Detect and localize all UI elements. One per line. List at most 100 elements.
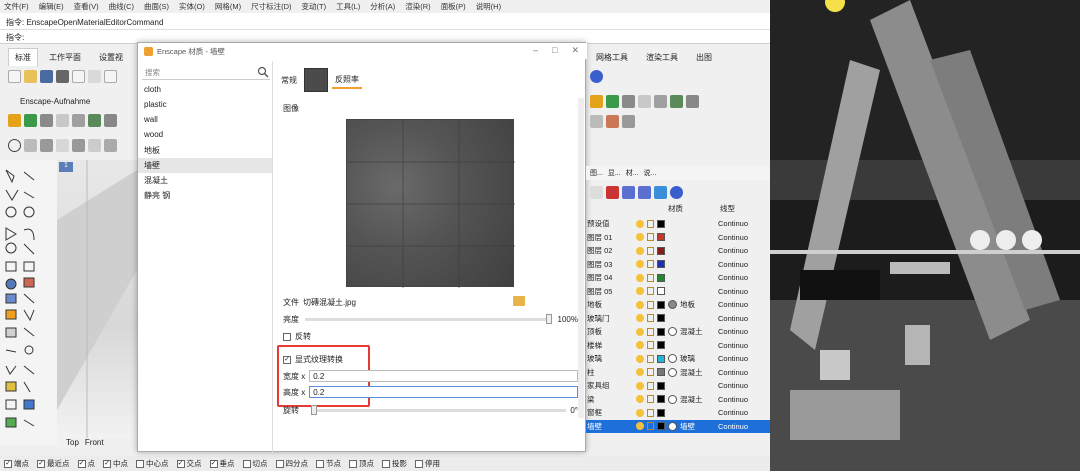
menu-item[interactable]: 曲线(C) — [109, 1, 134, 12]
enscape-start-icon[interactable] — [590, 95, 603, 108]
layer-row[interactable]: 梁 混凝土 Continuo — [586, 393, 770, 407]
menu-item[interactable]: 工具(L) — [336, 1, 360, 12]
layer-row[interactable]: 图层 02 Continuo — [586, 244, 770, 258]
lock-icon[interactable] — [647, 314, 654, 323]
new-layer-icon[interactable] — [590, 186, 603, 199]
snap-option[interactable]: ✓ 交点 — [176, 458, 202, 469]
layer-row[interactable]: 地板 地板 Continuo — [586, 298, 770, 312]
settings-icon[interactable] — [686, 95, 699, 108]
save-icon[interactable] — [40, 70, 53, 83]
menu-item[interactable]: 面板(P) — [441, 1, 466, 12]
filter-icon[interactable] — [654, 186, 667, 199]
screenshot-icon[interactable] — [638, 95, 651, 108]
visibility-bulb-icon[interactable] — [636, 327, 644, 336]
tab-general[interactable]: 常规 — [278, 73, 300, 88]
tab-render-tools[interactable]: 渲染工具 — [646, 52, 678, 63]
layer-row[interactable]: 顶板 混凝土 Continuo — [586, 325, 770, 339]
snap-checkbox[interactable]: ✓ — [103, 459, 111, 468]
snap-checkbox[interactable] — [415, 459, 423, 468]
snap-checkbox[interactable] — [349, 459, 357, 468]
snap-option[interactable]: ✓ 端点 — [4, 458, 29, 469]
layer-color-swatch[interactable] — [657, 233, 665, 242]
snap-option[interactable]: 四分点 — [275, 458, 308, 469]
rotation-slider[interactable] — [311, 405, 567, 415]
settings-icon[interactable] — [104, 114, 117, 127]
brightness-slider[interactable] — [305, 313, 552, 324]
minimize-icon[interactable]: – — [533, 45, 538, 56]
layer-row[interactable]: 家具组 Continuo — [586, 379, 770, 393]
rotation-slider-thumb[interactable] — [311, 405, 317, 415]
panorama-icon[interactable] — [88, 114, 101, 127]
lock-icon[interactable] — [647, 422, 654, 431]
visibility-bulb-icon[interactable] — [636, 300, 644, 309]
layer-row[interactable]: 墙壁 墙壁 Continuo — [586, 419, 770, 433]
cut-icon[interactable] — [88, 70, 101, 83]
enscape-start-icon[interactable] — [8, 114, 21, 127]
tool-c-icon[interactable] — [622, 115, 635, 128]
menu-item[interactable]: 编辑(E) — [39, 1, 64, 12]
layer-color-swatch[interactable] — [657, 327, 665, 336]
sphere-icon[interactable] — [40, 139, 53, 152]
layer-color-swatch[interactable] — [657, 422, 665, 431]
invert-checkbox[interactable] — [283, 332, 291, 341]
layer-row[interactable]: 玻璃门 Continuo — [586, 312, 770, 326]
tab-albedo[interactable]: 反照率 — [332, 72, 362, 89]
tab-mesh-tools[interactable]: 网格工具 — [596, 52, 628, 63]
material-circle-icon[interactable] — [668, 354, 677, 364]
visibility-bulb-icon[interactable] — [636, 260, 644, 269]
layer-row[interactable]: 玻璃 玻璃 Continuo — [586, 352, 770, 366]
enscape-views-icon[interactable] — [622, 95, 635, 108]
enscape-views-icon[interactable] — [40, 114, 53, 127]
lock-icon[interactable] — [647, 368, 654, 377]
visibility-bulb-icon[interactable] — [636, 314, 644, 323]
layer-color-swatch[interactable] — [657, 300, 665, 309]
lock-icon[interactable] — [647, 408, 654, 417]
material-list-item[interactable]: wood — [138, 128, 272, 143]
viewport-top[interactable]: 1 — [57, 160, 137, 438]
tab-layers[interactable]: 图... — [590, 168, 603, 178]
lasso-icon[interactable] — [24, 139, 37, 152]
snap-checkbox[interactable]: ✓ — [209, 459, 218, 468]
snap-checkbox[interactable]: ✓ — [4, 459, 12, 468]
move-up-icon[interactable] — [622, 186, 635, 199]
width-field[interactable]: 0.2 — [309, 370, 578, 382]
material-circle-icon[interactable] — [668, 394, 677, 404]
help-icon[interactable] — [670, 186, 683, 199]
snap-option[interactable]: ✓ 最近点 — [37, 458, 70, 469]
tab-workplane[interactable]: 工作平面 — [42, 48, 88, 66]
menu-item[interactable]: 渲染(R) — [405, 1, 430, 12]
layer-color-swatch[interactable] — [657, 287, 665, 296]
snap-option[interactable]: ✓ 垂点 — [209, 458, 235, 469]
height-field[interactable]: 0.2 — [309, 386, 578, 398]
layer-color-swatch[interactable] — [657, 395, 665, 404]
menu-item[interactable]: 实体(O) — [179, 1, 205, 12]
layer-row[interactable]: 图层 04 Continuo — [586, 271, 770, 285]
material-circle-icon[interactable] — [668, 300, 677, 310]
print-icon[interactable] — [56, 70, 69, 83]
check-icon[interactable] — [8, 139, 21, 152]
layer-color-swatch[interactable] — [657, 246, 665, 255]
visibility-bulb-icon[interactable] — [636, 381, 644, 390]
box-icon[interactable] — [56, 139, 69, 152]
lock-icon[interactable] — [647, 273, 654, 282]
visibility-bulb-icon[interactable] — [636, 233, 644, 242]
brightness-slider-thumb[interactable] — [545, 313, 552, 324]
explicit-transform-checkbox[interactable]: ✓ — [283, 355, 291, 364]
material-list-item[interactable]: cloth — [138, 83, 272, 98]
menu-item[interactable]: 网格(M) — [215, 1, 241, 12]
material-list-item[interactable]: wall — [138, 113, 272, 128]
snap-option[interactable]: 节点 — [316, 458, 341, 469]
menu-item[interactable]: 分析(A) — [370, 1, 395, 12]
copy-icon[interactable] — [104, 70, 117, 83]
visibility-bulb-icon[interactable] — [636, 354, 644, 363]
menu-item[interactable]: 查看(V) — [74, 1, 99, 12]
layer-row[interactable]: 图层 03 Continuo — [586, 258, 770, 272]
zoom-icon[interactable] — [104, 139, 117, 152]
snap-checkbox[interactable] — [275, 459, 284, 468]
lock-icon[interactable] — [647, 381, 654, 390]
layer-color-swatch[interactable] — [657, 408, 665, 417]
layer-row[interactable]: 预设值 Continuo — [586, 217, 770, 231]
lock-icon[interactable] — [647, 287, 654, 296]
layer-row[interactable]: 楼梯 Continuo — [586, 339, 770, 353]
enscape-sync-icon[interactable] — [606, 95, 619, 108]
